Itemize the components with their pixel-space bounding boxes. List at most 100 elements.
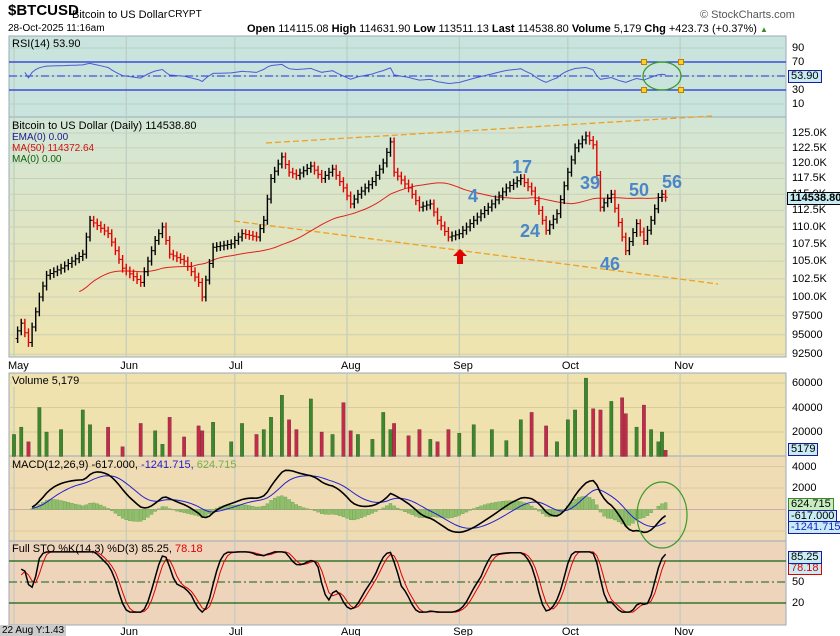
macd-histogram-bar	[316, 509, 320, 513]
macd-histogram-bar	[396, 507, 400, 510]
macd-histogram-bar	[128, 509, 132, 521]
sto-label: Full STO %K(14,3) %D(3) 85.25, 78.18	[12, 543, 203, 555]
volume-bar	[406, 435, 411, 457]
macd-histogram-bar	[95, 503, 99, 510]
macd-histogram-bar	[251, 506, 255, 510]
volume-bar	[44, 431, 49, 457]
macd-histogram-bar	[160, 506, 165, 510]
macd-histogram-bar	[81, 505, 85, 510]
symbol: $BTCUSD	[8, 2, 79, 19]
open-label: Open	[247, 23, 276, 35]
macd-histogram-bar	[388, 503, 393, 510]
sto-axis-tick: 20	[792, 597, 805, 609]
last-label: Last	[491, 23, 515, 35]
macd-histogram-bar	[338, 509, 342, 516]
month-label-bottom: Oct	[561, 626, 579, 636]
volume-bar	[656, 441, 661, 457]
macd-histogram-bar	[370, 509, 375, 514]
macd-histogram-bar	[113, 509, 118, 514]
macd-histogram-bar	[164, 506, 168, 510]
macd-histogram-bar	[345, 509, 349, 519]
macd-histogram-bar	[178, 509, 183, 513]
macd-histogram-bar	[99, 504, 103, 510]
macd-histogram-bar	[294, 504, 299, 510]
volume-bar	[392, 423, 396, 457]
macd-histogram-bar	[153, 509, 157, 512]
rsi-axis-tick: 90	[792, 42, 805, 54]
month-label-top: Sep	[453, 360, 473, 372]
macd-histogram-bar	[327, 509, 331, 515]
macd-histogram-bar	[533, 508, 537, 510]
macd-histogram-bar	[598, 509, 603, 513]
macd-histogram-bar	[479, 505, 483, 510]
month-label-bottom: Aug	[341, 626, 361, 636]
sto-k-tag: 85.25	[788, 551, 822, 564]
volume-bar	[435, 441, 440, 457]
month-label-bottom: Nov	[674, 626, 694, 636]
macd-histogram-bar	[320, 509, 324, 514]
price-axis-tick: 120.0K	[792, 156, 827, 169]
macd-histogram-bar	[392, 505, 396, 510]
price-axis-tick: 97500	[792, 309, 823, 322]
volume-bar	[660, 431, 664, 457]
macd-histogram-bar	[356, 509, 360, 520]
volume-bar	[348, 430, 353, 457]
month-label-bottom: Jul	[228, 626, 243, 636]
selection-handle	[641, 59, 647, 65]
volume-bar	[240, 423, 244, 457]
volume-bar	[566, 419, 570, 457]
wave-annotation: 4	[468, 186, 479, 206]
volume-bar	[160, 444, 165, 457]
volume-bar	[211, 422, 215, 457]
macd-histogram-bar	[102, 506, 107, 510]
macd-histogram-bar	[131, 509, 136, 522]
macd-histogram-bar	[124, 509, 128, 521]
macd-histogram-bar	[638, 509, 642, 519]
volume-bar	[504, 440, 509, 457]
macd-axis-tick: 2000	[792, 482, 817, 494]
high-label: High	[331, 23, 357, 35]
macd-histogram-bar	[457, 509, 461, 516]
volume-value: 5,179	[613, 23, 642, 35]
volume-bar	[167, 417, 172, 457]
macd-histogram-bar	[30, 508, 34, 510]
open-value: 114115.08	[278, 23, 329, 35]
macd-histogram-bar	[450, 509, 454, 518]
macd-histogram-bar	[88, 502, 92, 510]
macd-histogram-bar	[182, 509, 186, 513]
volume-bar	[356, 434, 360, 457]
volume-bar	[573, 409, 577, 457]
volume-bar	[106, 426, 110, 457]
volume-bar	[457, 433, 462, 457]
macd-histogram-bar	[443, 509, 447, 519]
volume-bar	[341, 402, 346, 457]
macd-histogram-bar	[446, 509, 451, 519]
volume-bar	[138, 423, 143, 457]
last-value: 114538.80	[517, 23, 569, 35]
macd-histogram-bar	[117, 509, 121, 517]
chg-label: Chg	[644, 23, 666, 35]
volume-bar	[59, 429, 63, 457]
macd-histogram-bar	[52, 499, 56, 510]
macd-histogram-bar	[609, 509, 613, 519]
macd-histogram-bar	[352, 509, 356, 521]
volume-bar	[200, 430, 205, 457]
symbol-name: Bitcoin to US Dollar	[72, 9, 168, 21]
chart-canvas[interactable]	[0, 0, 840, 636]
up-arrow-icon: ▲	[760, 25, 768, 34]
ohlc-line: Open 114115.08 High 114631.90 Low 113511…	[247, 23, 768, 36]
macd-histogram-bar	[91, 502, 96, 510]
macd-histogram-bar	[482, 504, 487, 510]
wave-annotation: 39	[580, 173, 601, 193]
volume-label: Volume	[571, 23, 611, 35]
macd-histogram-bar	[168, 508, 172, 510]
price-axis-tick: 112.5K	[792, 204, 827, 217]
price-axis-tick: 100.0K	[792, 291, 827, 303]
volume-bar	[642, 404, 646, 457]
macd-histogram-bar	[323, 509, 327, 515]
macd-histogram-bar	[468, 509, 472, 511]
macd-histogram-bar	[645, 509, 650, 516]
macd-histogram-bar	[157, 508, 161, 510]
sto-k: Full STO %K(14,3) %D(3) 85.25,	[12, 543, 172, 555]
volume-axis-tick: 60000	[792, 377, 823, 389]
